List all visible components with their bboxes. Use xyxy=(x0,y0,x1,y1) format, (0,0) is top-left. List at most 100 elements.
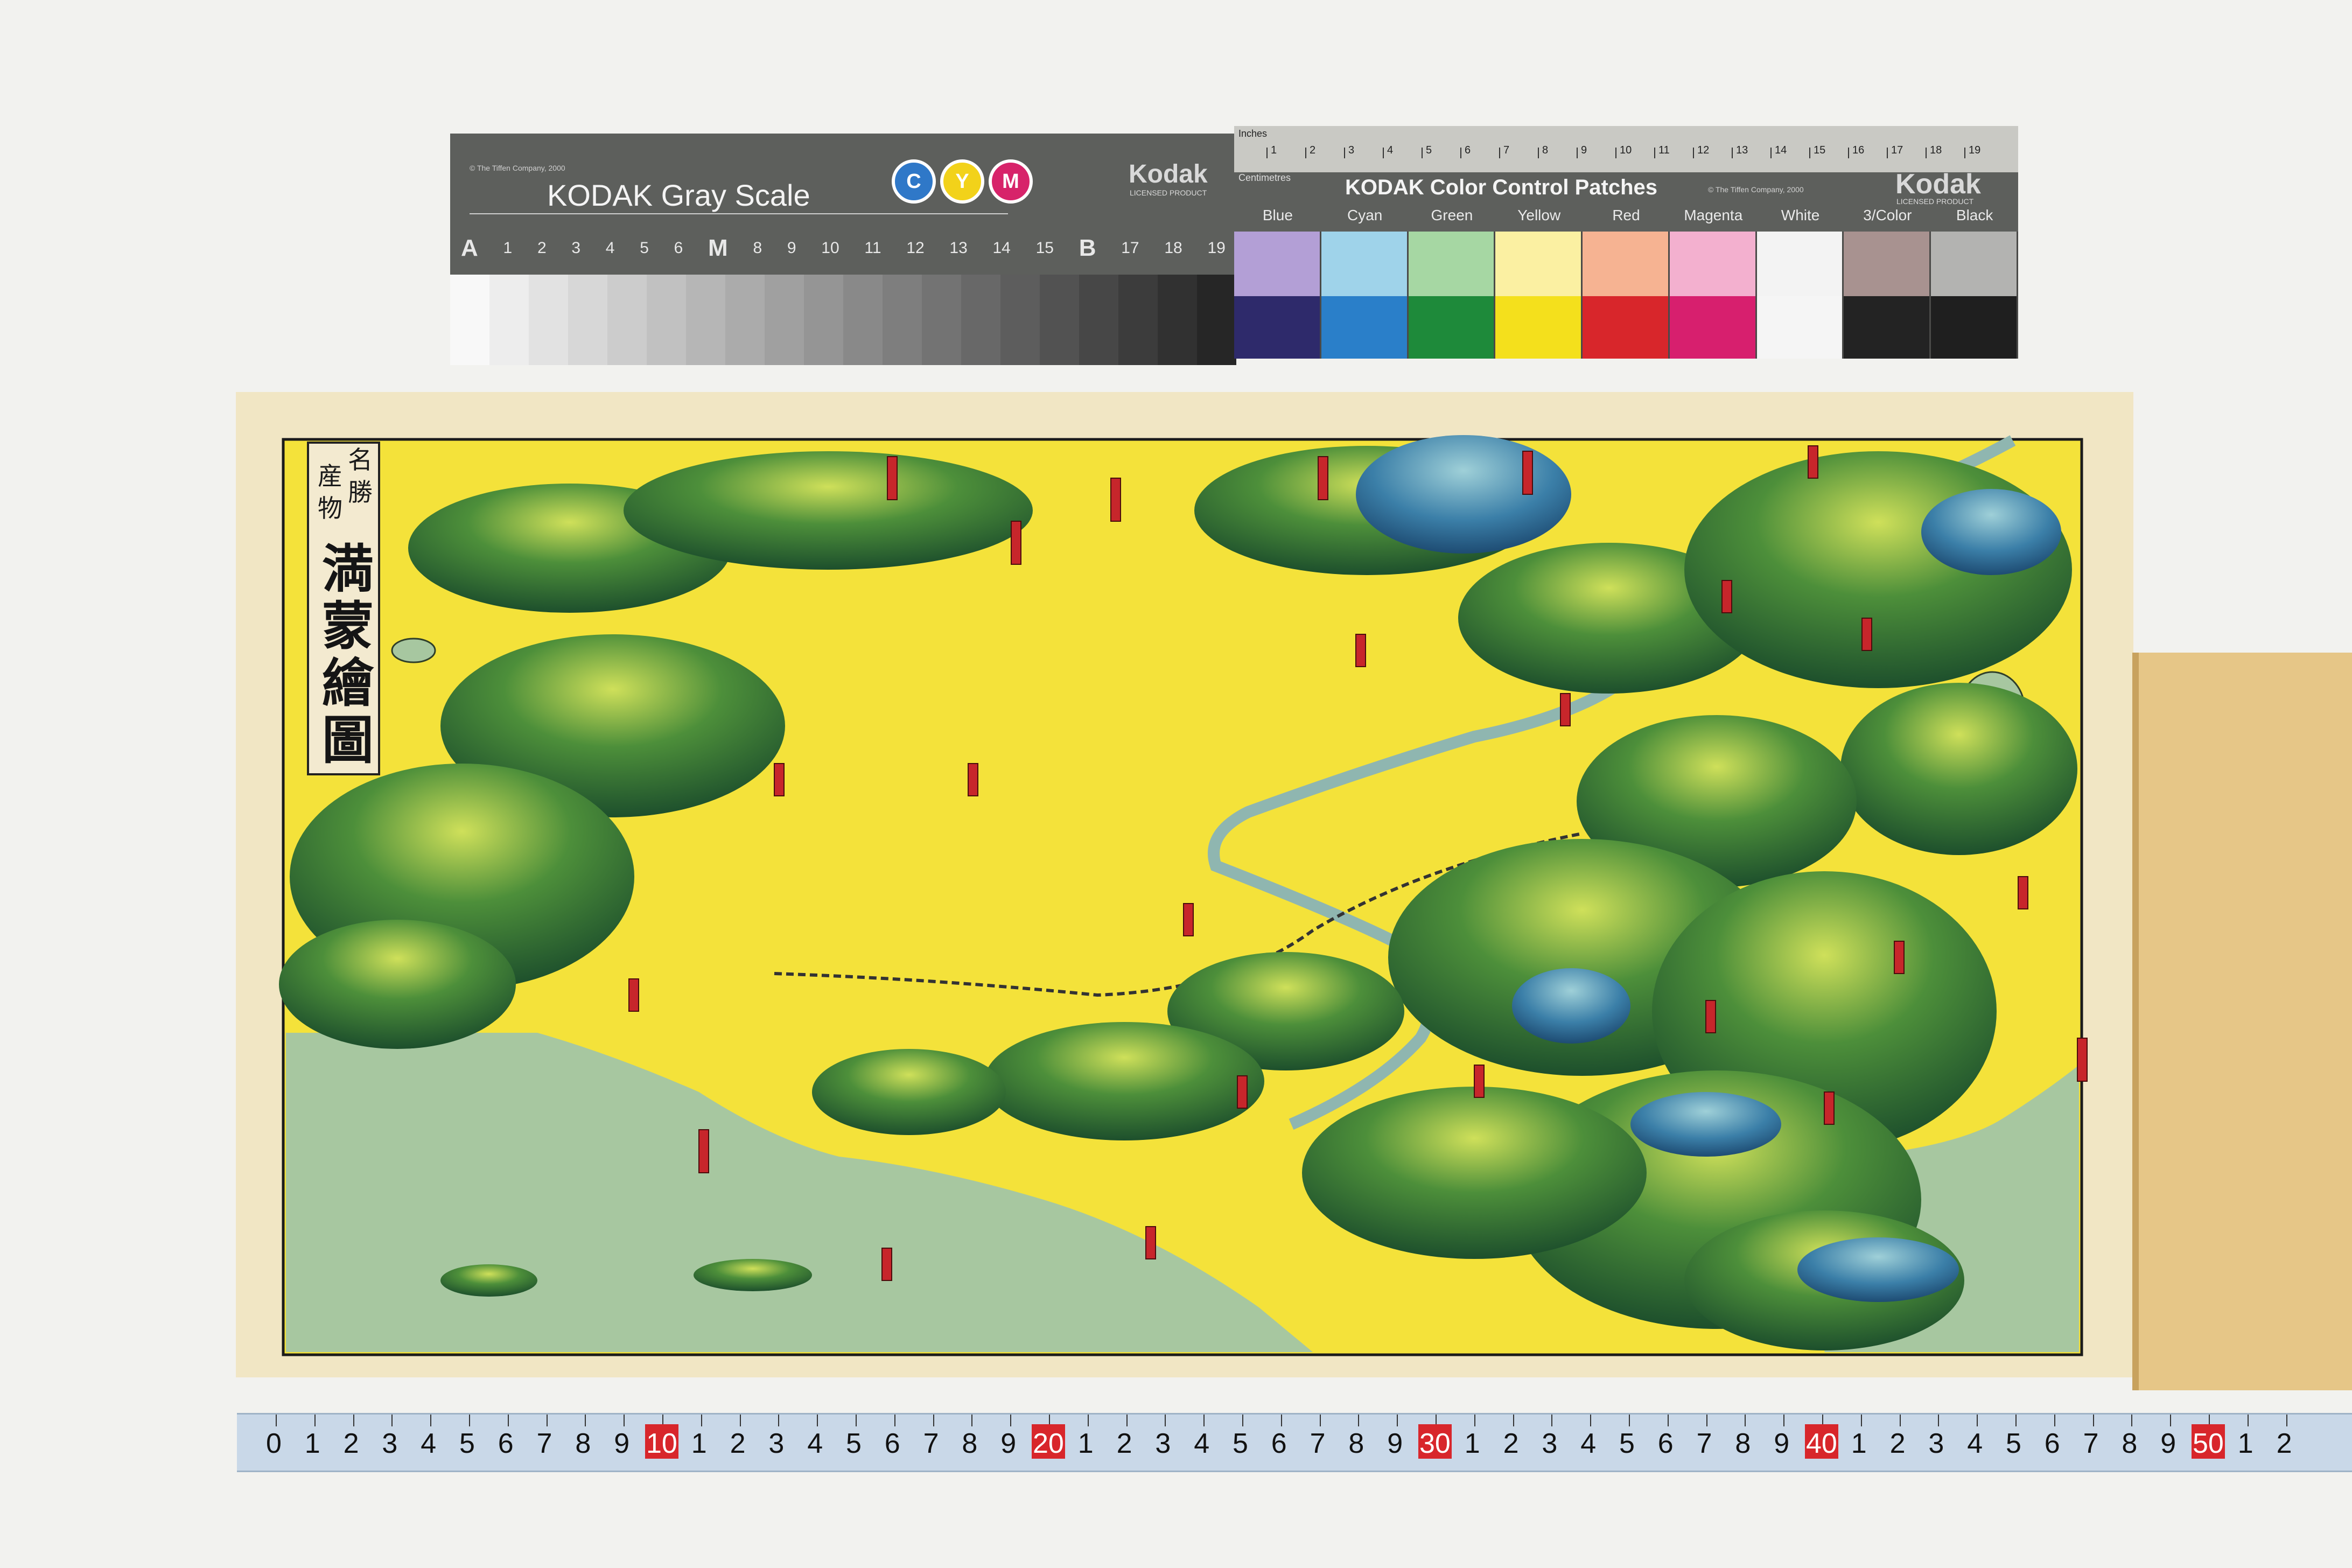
color-patch-dark xyxy=(1669,296,1757,359)
tape-tick xyxy=(1551,1415,1553,1426)
gray-step-labels: A 1 2 3 4 5 6 M 8 9 10 11 12 13 14 15 B 17 18 19 xyxy=(461,235,1226,262)
color-card-title: KODAK Color Control Patches xyxy=(1345,176,1658,199)
tape-tick xyxy=(1899,1415,1901,1426)
ruler-tick xyxy=(1383,148,1384,158)
tape-number: 2 xyxy=(1889,1428,1906,1459)
island xyxy=(694,1259,812,1291)
tape-number: 3 xyxy=(1928,1428,1944,1459)
tape-number: 2 xyxy=(2276,1428,2292,1459)
patch-label: Black xyxy=(1956,207,1993,223)
gray-step-patch xyxy=(725,275,765,365)
measuring-tape-ruler: 0 1 2 3 4 5 6 7 8 9 10 1 2 3 4 5 6 7 8 9 20 1 2 3 4 5 6 7 8 9 30 1 2 3 4 5 6… xyxy=(237,1413,2352,1472)
gray-step-patch xyxy=(883,275,922,365)
color-patch-dark xyxy=(1756,296,1844,359)
tape-number: 6 xyxy=(1271,1428,1287,1459)
tape-number: 7 xyxy=(2083,1428,2099,1459)
patch-label: Yellow xyxy=(1517,207,1561,223)
tape-number: 6 xyxy=(498,1428,514,1459)
tape-tick xyxy=(1590,1415,1592,1426)
tape-tick xyxy=(1977,1415,1978,1426)
tape-number: 30 xyxy=(1419,1428,1451,1459)
tape-number: 2 xyxy=(1116,1428,1132,1459)
gray-step-label: 14 xyxy=(992,239,1011,257)
tape-tick xyxy=(430,1415,432,1426)
tape-number: 9 xyxy=(1774,1428,1790,1459)
ruler-number: 12 xyxy=(1697,144,1710,156)
tape-tick xyxy=(469,1415,470,1426)
gray-card-rule xyxy=(470,213,1008,214)
gray-step-label: 2 xyxy=(537,239,547,257)
color-patch-light xyxy=(1669,232,1757,296)
tape-tick xyxy=(1010,1415,1012,1426)
color-patch-dark xyxy=(1234,296,1321,359)
patch-label: Cyan xyxy=(1347,207,1383,223)
gray-step-patch xyxy=(1079,275,1118,365)
gray-step-label: 3 xyxy=(571,239,581,257)
ruler-number: 19 xyxy=(1969,144,1981,156)
tape-number: 5 xyxy=(846,1428,862,1459)
gray-step-label: 12 xyxy=(906,239,925,257)
gray-step-label: 13 xyxy=(949,239,968,257)
tape-tick xyxy=(353,1415,354,1426)
color-patch-light xyxy=(1583,232,1670,296)
ruler-tick xyxy=(1809,148,1810,158)
cyan-circle: C xyxy=(892,159,936,204)
patch-label: Green xyxy=(1431,207,1473,223)
gray-step-patch xyxy=(607,275,647,365)
ruler-number: 5 xyxy=(1426,144,1432,156)
ruler-number: 14 xyxy=(1775,144,1787,156)
ruler-number: 17 xyxy=(1891,144,1903,156)
color-patch-dark xyxy=(1931,296,2019,359)
gray-step-label: 6 xyxy=(674,239,683,257)
inches-label: Inches xyxy=(1238,128,1268,139)
tape-tick xyxy=(2170,1415,2172,1426)
gray-step-patch xyxy=(1158,275,1197,365)
color-patch-dark xyxy=(1583,296,1670,359)
tape-number: 3 xyxy=(382,1428,398,1459)
gray-step-label: M xyxy=(708,235,728,261)
gray-step-label: 10 xyxy=(821,239,839,257)
tape-tick xyxy=(2054,1415,2055,1426)
color-patch-light xyxy=(1756,232,1844,296)
gray-step-patch xyxy=(1000,275,1040,365)
tape-tick xyxy=(1745,1415,1746,1426)
tape-number: 2 xyxy=(343,1428,359,1459)
magenta-circle: M xyxy=(989,159,1033,204)
tape-tick xyxy=(2131,1415,2133,1426)
tape-number: 50 xyxy=(2193,1428,2224,1459)
tape-tick xyxy=(2286,1415,2287,1426)
tape-number: 3 xyxy=(1155,1428,1171,1459)
gray-step-label: 17 xyxy=(1121,239,1139,257)
gray-step-patch xyxy=(1197,275,1236,365)
tape-number: 7 xyxy=(923,1428,939,1459)
gray-step-patch xyxy=(765,275,804,365)
gray-step-patch xyxy=(804,275,843,365)
tape-tick xyxy=(1629,1415,1630,1426)
tape-number: 4 xyxy=(807,1428,823,1459)
tape-tick xyxy=(1667,1415,1669,1426)
ruler-tick xyxy=(1499,148,1500,158)
gray-step-label: 1 xyxy=(503,239,513,257)
gray-card-copyright: © The Tiffen Company, 2000 xyxy=(470,164,565,172)
tape-tick xyxy=(1397,1415,1398,1426)
gray-step-patch xyxy=(961,275,1000,365)
tape-number: 1 xyxy=(1464,1428,1480,1459)
patch-label: 3/Color xyxy=(1863,207,1912,223)
ruler-tick xyxy=(1422,148,1423,158)
gray-step-label: 18 xyxy=(1164,239,1182,257)
tape-tick xyxy=(1474,1415,1475,1426)
kodak-color-patches-card: Inches 1 2 3 4 5 6 7 8 9 10 11 12 13 14 15 16 17 18 19 Cen… xyxy=(1234,126,2019,359)
patch-row-light xyxy=(1234,232,2019,296)
tape-tick xyxy=(507,1415,509,1426)
tape-number: 8 xyxy=(1735,1428,1751,1459)
pictorial-map xyxy=(236,392,2133,1377)
gray-step-label: B xyxy=(1079,235,1096,261)
tape-number: 2 xyxy=(1503,1428,1519,1459)
tape-number: 40 xyxy=(1806,1428,1837,1459)
tape-number: 5 xyxy=(2006,1428,2021,1459)
kodak-logo: Kodak xyxy=(1129,160,1208,188)
tape-number: 20 xyxy=(1033,1428,1064,1459)
gray-step-label: 4 xyxy=(605,239,615,257)
ruler-tick xyxy=(1654,148,1655,158)
ruler-number: 10 xyxy=(1620,144,1632,156)
